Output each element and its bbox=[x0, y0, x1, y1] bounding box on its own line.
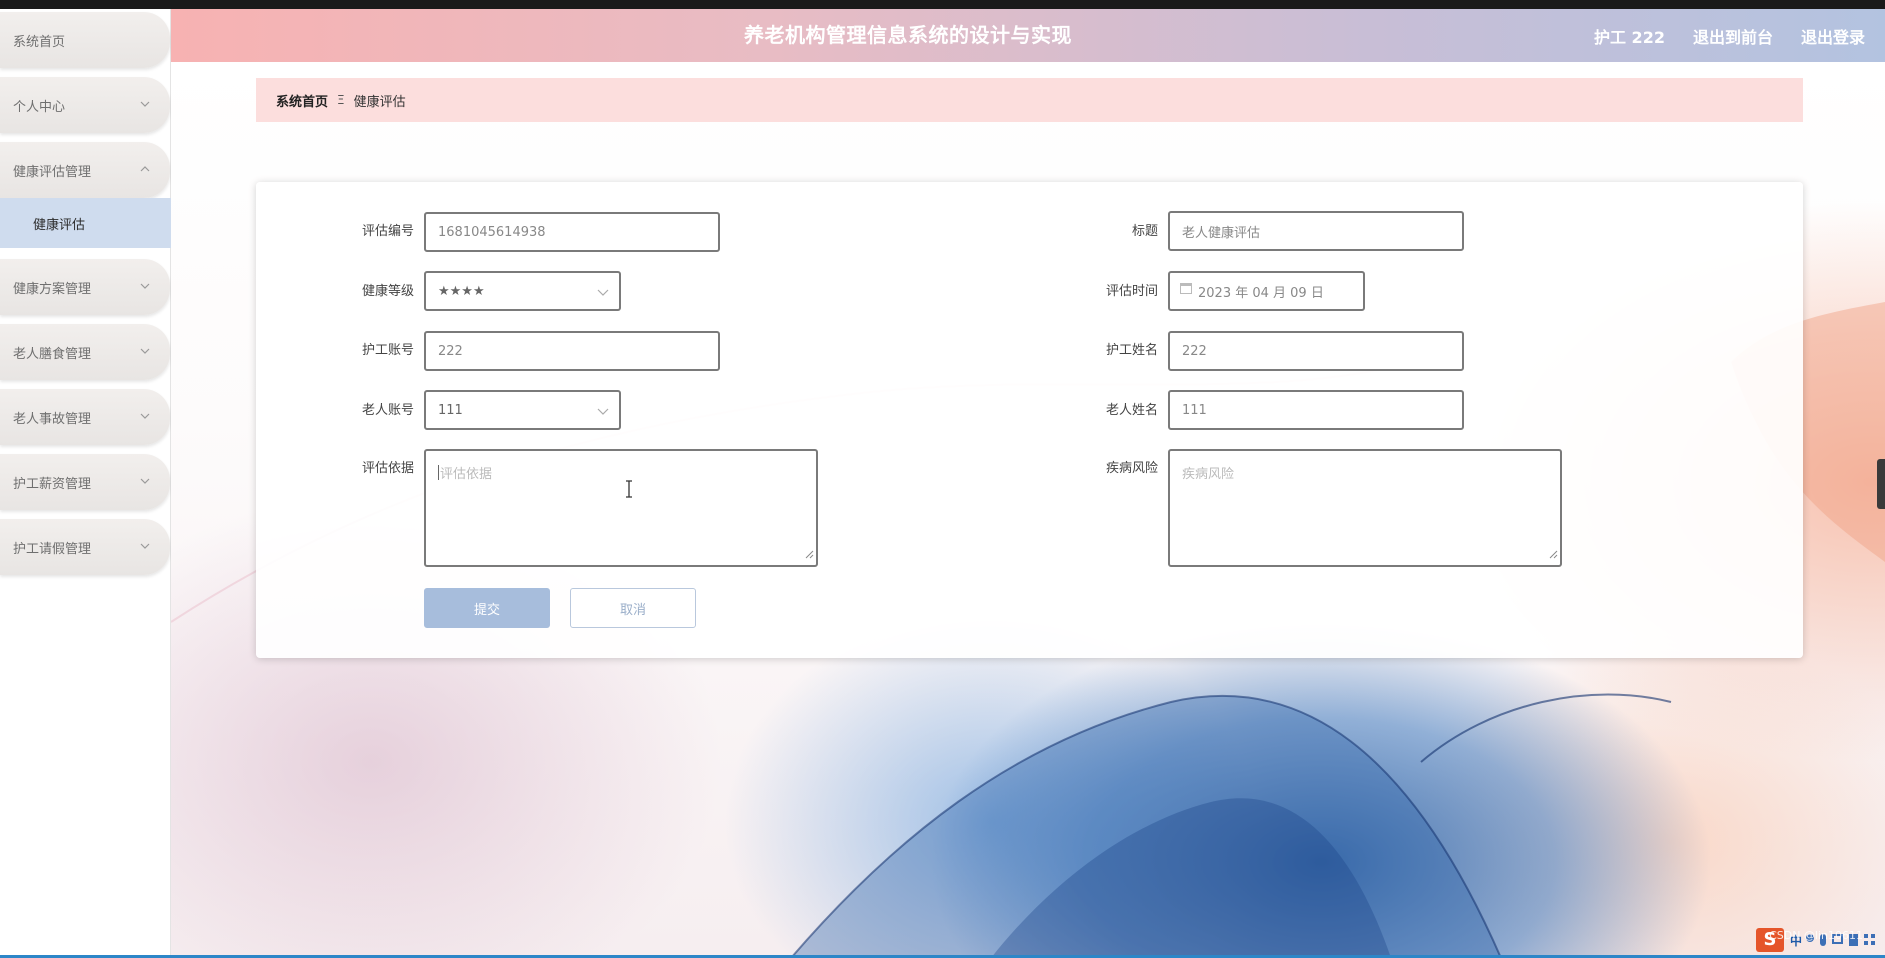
assess-time-datepicker[interactable]: 2023 年 04 月 09 日 bbox=[1168, 271, 1365, 311]
chevron-down-icon bbox=[597, 405, 609, 420]
health-assessment-form: 评估编号 1681045614938 标题 老人健康评估 健康等级 ★★★★ 评… bbox=[256, 182, 1803, 658]
title-input[interactable]: 老人健康评估 bbox=[1168, 211, 1464, 251]
resize-handle-icon[interactable] bbox=[805, 548, 814, 563]
sidebar-item-label: 护工薪资管理 bbox=[13, 476, 92, 492]
health-level-value: ★★★★ bbox=[438, 283, 485, 299]
current-user: 护工 222 bbox=[1593, 27, 1665, 47]
chevron-down-icon bbox=[140, 541, 150, 551]
assess-time-value: 2023 年 04 月 09 日 bbox=[1198, 285, 1324, 301]
breadcrumb-current: 健康评估 bbox=[353, 94, 406, 110]
assess-no-value: 1681045614938 bbox=[438, 224, 546, 240]
sidebar: 系统首页 个人中心 健康评估管理 健康评估 健康方案管理 老人膳食管理 老人事故… bbox=[0, 9, 171, 958]
chevron-down-icon bbox=[140, 411, 150, 421]
chevron-down-icon bbox=[140, 346, 150, 356]
risk-textarea[interactable]: 疾病风险 bbox=[1168, 449, 1562, 567]
basis-textarea[interactable]: 评估依据 bbox=[424, 449, 818, 567]
sidebar-item-label: 系统首页 bbox=[13, 34, 66, 50]
elder-name-input[interactable]: 111 bbox=[1168, 390, 1464, 430]
sidebar-item-personal-center[interactable]: 个人中心 bbox=[0, 77, 170, 133]
nurse-name-input[interactable]: 222 bbox=[1168, 331, 1464, 371]
nurse-account-input[interactable]: 222 bbox=[424, 331, 720, 371]
assess-no-label: 评估编号 bbox=[361, 224, 414, 239]
system-tray: S 中 CSDN @lin10611 bbox=[1755, 928, 1881, 952]
elder-account-label: 老人账号 bbox=[361, 403, 414, 418]
grid-icon bbox=[1864, 934, 1875, 945]
sidebar-item-elder-accident-mgmt[interactable]: 老人事故管理 bbox=[0, 389, 170, 445]
csdn-watermark: CSDN @lin10611 bbox=[1769, 929, 1863, 942]
top-header: 养老机构管理信息系统的设计与实现 护工 222 退出到前台 退出登录 bbox=[171, 9, 1885, 62]
elder-name-value: 111 bbox=[1182, 402, 1207, 418]
sidebar-subitem-health-assessment[interactable]: 健康评估 bbox=[0, 198, 171, 248]
sidebar-item-label: 老人事故管理 bbox=[13, 411, 92, 427]
chevron-up-icon bbox=[140, 164, 150, 174]
logout-link[interactable]: 退出登录 bbox=[1801, 24, 1865, 48]
nurse-account-value: 222 bbox=[438, 343, 463, 359]
text-caret bbox=[438, 465, 439, 480]
health-level-label: 健康等级 bbox=[361, 284, 414, 299]
sidebar-item-nurse-salary-mgmt[interactable]: 护工薪资管理 bbox=[0, 454, 170, 510]
sidebar-item-health-plan-mgmt[interactable]: 健康方案管理 bbox=[0, 259, 170, 315]
sidebar-item-label: 健康方案管理 bbox=[13, 281, 92, 297]
cancel-button[interactable]: 取消 bbox=[570, 588, 696, 628]
breadcrumb: 系统首页 Ξ 健康评估 bbox=[256, 78, 1803, 122]
resize-handle-icon[interactable] bbox=[1549, 548, 1558, 563]
submit-button[interactable]: 提交 bbox=[424, 588, 550, 628]
elder-account-value: 111 bbox=[438, 402, 463, 418]
sidebar-item-elder-meal-mgmt[interactable]: 老人膳食管理 bbox=[0, 324, 170, 380]
window-top-strip bbox=[0, 0, 1885, 9]
elder-name-label: 老人姓名 bbox=[1105, 403, 1158, 418]
risk-label: 疾病风险 bbox=[1105, 461, 1158, 476]
nurse-name-value: 222 bbox=[1182, 343, 1207, 359]
sidebar-item-nurse-leave-mgmt[interactable]: 护工请假管理 bbox=[0, 519, 170, 575]
sidebar-item-label: 老人膳食管理 bbox=[13, 346, 92, 362]
chevron-down-icon bbox=[597, 286, 609, 301]
sidebar-item-label: 护工请假管理 bbox=[13, 541, 92, 557]
title-value: 老人健康评估 bbox=[1182, 225, 1261, 241]
chevron-down-icon bbox=[140, 99, 150, 109]
calendar-icon bbox=[1180, 282, 1192, 294]
sidebar-item-label: 健康评估 bbox=[33, 217, 86, 233]
ibeam-cursor-icon bbox=[624, 480, 634, 502]
assess-no-input[interactable]: 1681045614938 bbox=[424, 212, 720, 252]
header-user-area: 护工 222 退出到前台 退出登录 bbox=[1566, 9, 1865, 62]
sidebar-item-health-assessment-mgmt[interactable]: 健康评估管理 bbox=[0, 142, 170, 198]
risk-placeholder: 疾病风险 bbox=[1182, 467, 1235, 482]
basis-placeholder: 评估依据 bbox=[440, 467, 493, 482]
nurse-name-label: 护工姓名 bbox=[1105, 343, 1158, 358]
title-label: 标题 bbox=[1131, 224, 1158, 239]
back-to-front-link[interactable]: 退出到前台 bbox=[1693, 24, 1773, 48]
basis-label: 评估依据 bbox=[361, 461, 414, 476]
elder-account-select[interactable]: 111 bbox=[424, 390, 621, 430]
sidebar-item-label: 健康评估管理 bbox=[13, 164, 92, 180]
assess-time-label: 评估时间 bbox=[1105, 284, 1158, 299]
chevron-down-icon bbox=[140, 281, 150, 291]
chevron-down-icon bbox=[140, 476, 150, 486]
breadcrumb-home-link[interactable]: 系统首页 bbox=[276, 91, 328, 110]
sidebar-item-label: 个人中心 bbox=[13, 99, 66, 115]
side-scroll-tab[interactable] bbox=[1877, 459, 1885, 509]
sidebar-item-home[interactable]: 系统首页 bbox=[0, 12, 170, 68]
nurse-account-label: 护工账号 bbox=[361, 343, 414, 358]
breadcrumb-separator: Ξ bbox=[337, 93, 345, 107]
health-level-select[interactable]: ★★★★ bbox=[424, 271, 621, 311]
